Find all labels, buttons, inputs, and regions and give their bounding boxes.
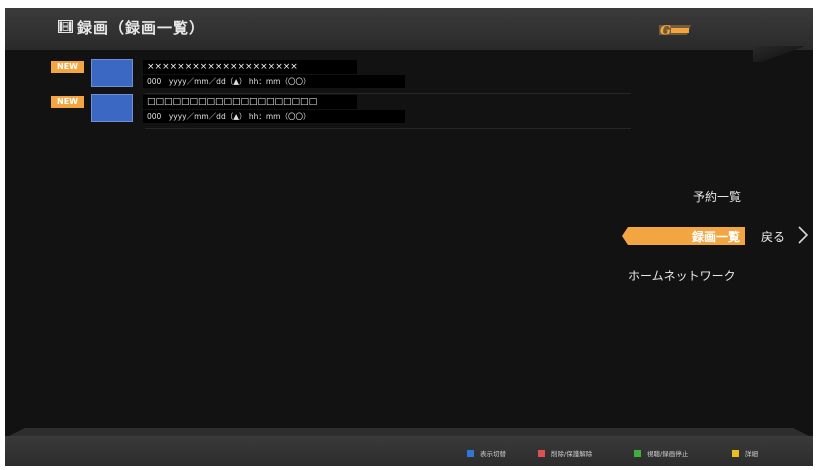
legend-yellow[interactable]: 詳細 [732, 448, 758, 458]
legend-label: 表示切替 [480, 450, 506, 458]
film-icon [58, 20, 73, 33]
chevron-right-icon[interactable] [798, 226, 808, 244]
green-button-icon [634, 449, 641, 457]
red-button-icon [538, 449, 545, 457]
brand-logo: G [659, 24, 691, 39]
page-title: 録画（録画一覧） [77, 19, 206, 37]
back-button[interactable]: 戻る [761, 228, 785, 245]
recording-details: 000 yyyy／mm／dd（▲） hh：mm（〇〇） [143, 75, 405, 88]
legend-label: 詳細 [745, 450, 758, 458]
menu-item-home-network[interactable]: ホームネットワーク [628, 267, 736, 284]
header-bar: 録画（録画一覧） G [5, 8, 813, 50]
menu-item-label: 録画一覧 [692, 230, 741, 244]
legend-red[interactable]: 削除/保護解除 [538, 448, 592, 458]
header-shade [753, 46, 813, 62]
recording-thumbnail [91, 59, 133, 87]
tv-screen: 録画（録画一覧） G NEW ×××××××××××××××××××× 000 … [5, 8, 813, 466]
svg-text:G: G [660, 24, 671, 39]
recording-title: ×××××××××××××××××××× [143, 60, 357, 74]
recording-item[interactable]: NEW □□□□□□□□□□□□□□□□□□□□ 000 yyyy／mm／dd（… [51, 94, 631, 129]
legend-label: 削除/保護解除 [551, 450, 593, 458]
row-divider [145, 128, 631, 129]
new-badge: NEW [51, 96, 84, 108]
legend-green[interactable]: 視聴/録画停止 [634, 448, 688, 458]
recording-item[interactable]: NEW ×××××××××××××××××××× 000 yyyy／mm／dd（… [51, 59, 631, 94]
footer-bar [5, 436, 813, 466]
legend-blue[interactable]: 表示切替 [467, 448, 506, 458]
menu-item-recording-list[interactable]: 録画一覧 [622, 227, 745, 245]
legend-label: 視聴/録画停止 [647, 450, 689, 458]
recording-details: 000 yyyy／mm／dd（▲） hh：mm（〇〇） [143, 110, 405, 123]
recording-thumbnail [91, 94, 133, 122]
menu-item-reservation-list[interactable]: 予約一覧 [693, 188, 741, 205]
recording-title: □□□□□□□□□□□□□□□□□□□□ [143, 95, 357, 109]
new-badge: NEW [51, 61, 84, 73]
blue-button-icon [467, 449, 474, 457]
yellow-button-icon [732, 449, 739, 457]
